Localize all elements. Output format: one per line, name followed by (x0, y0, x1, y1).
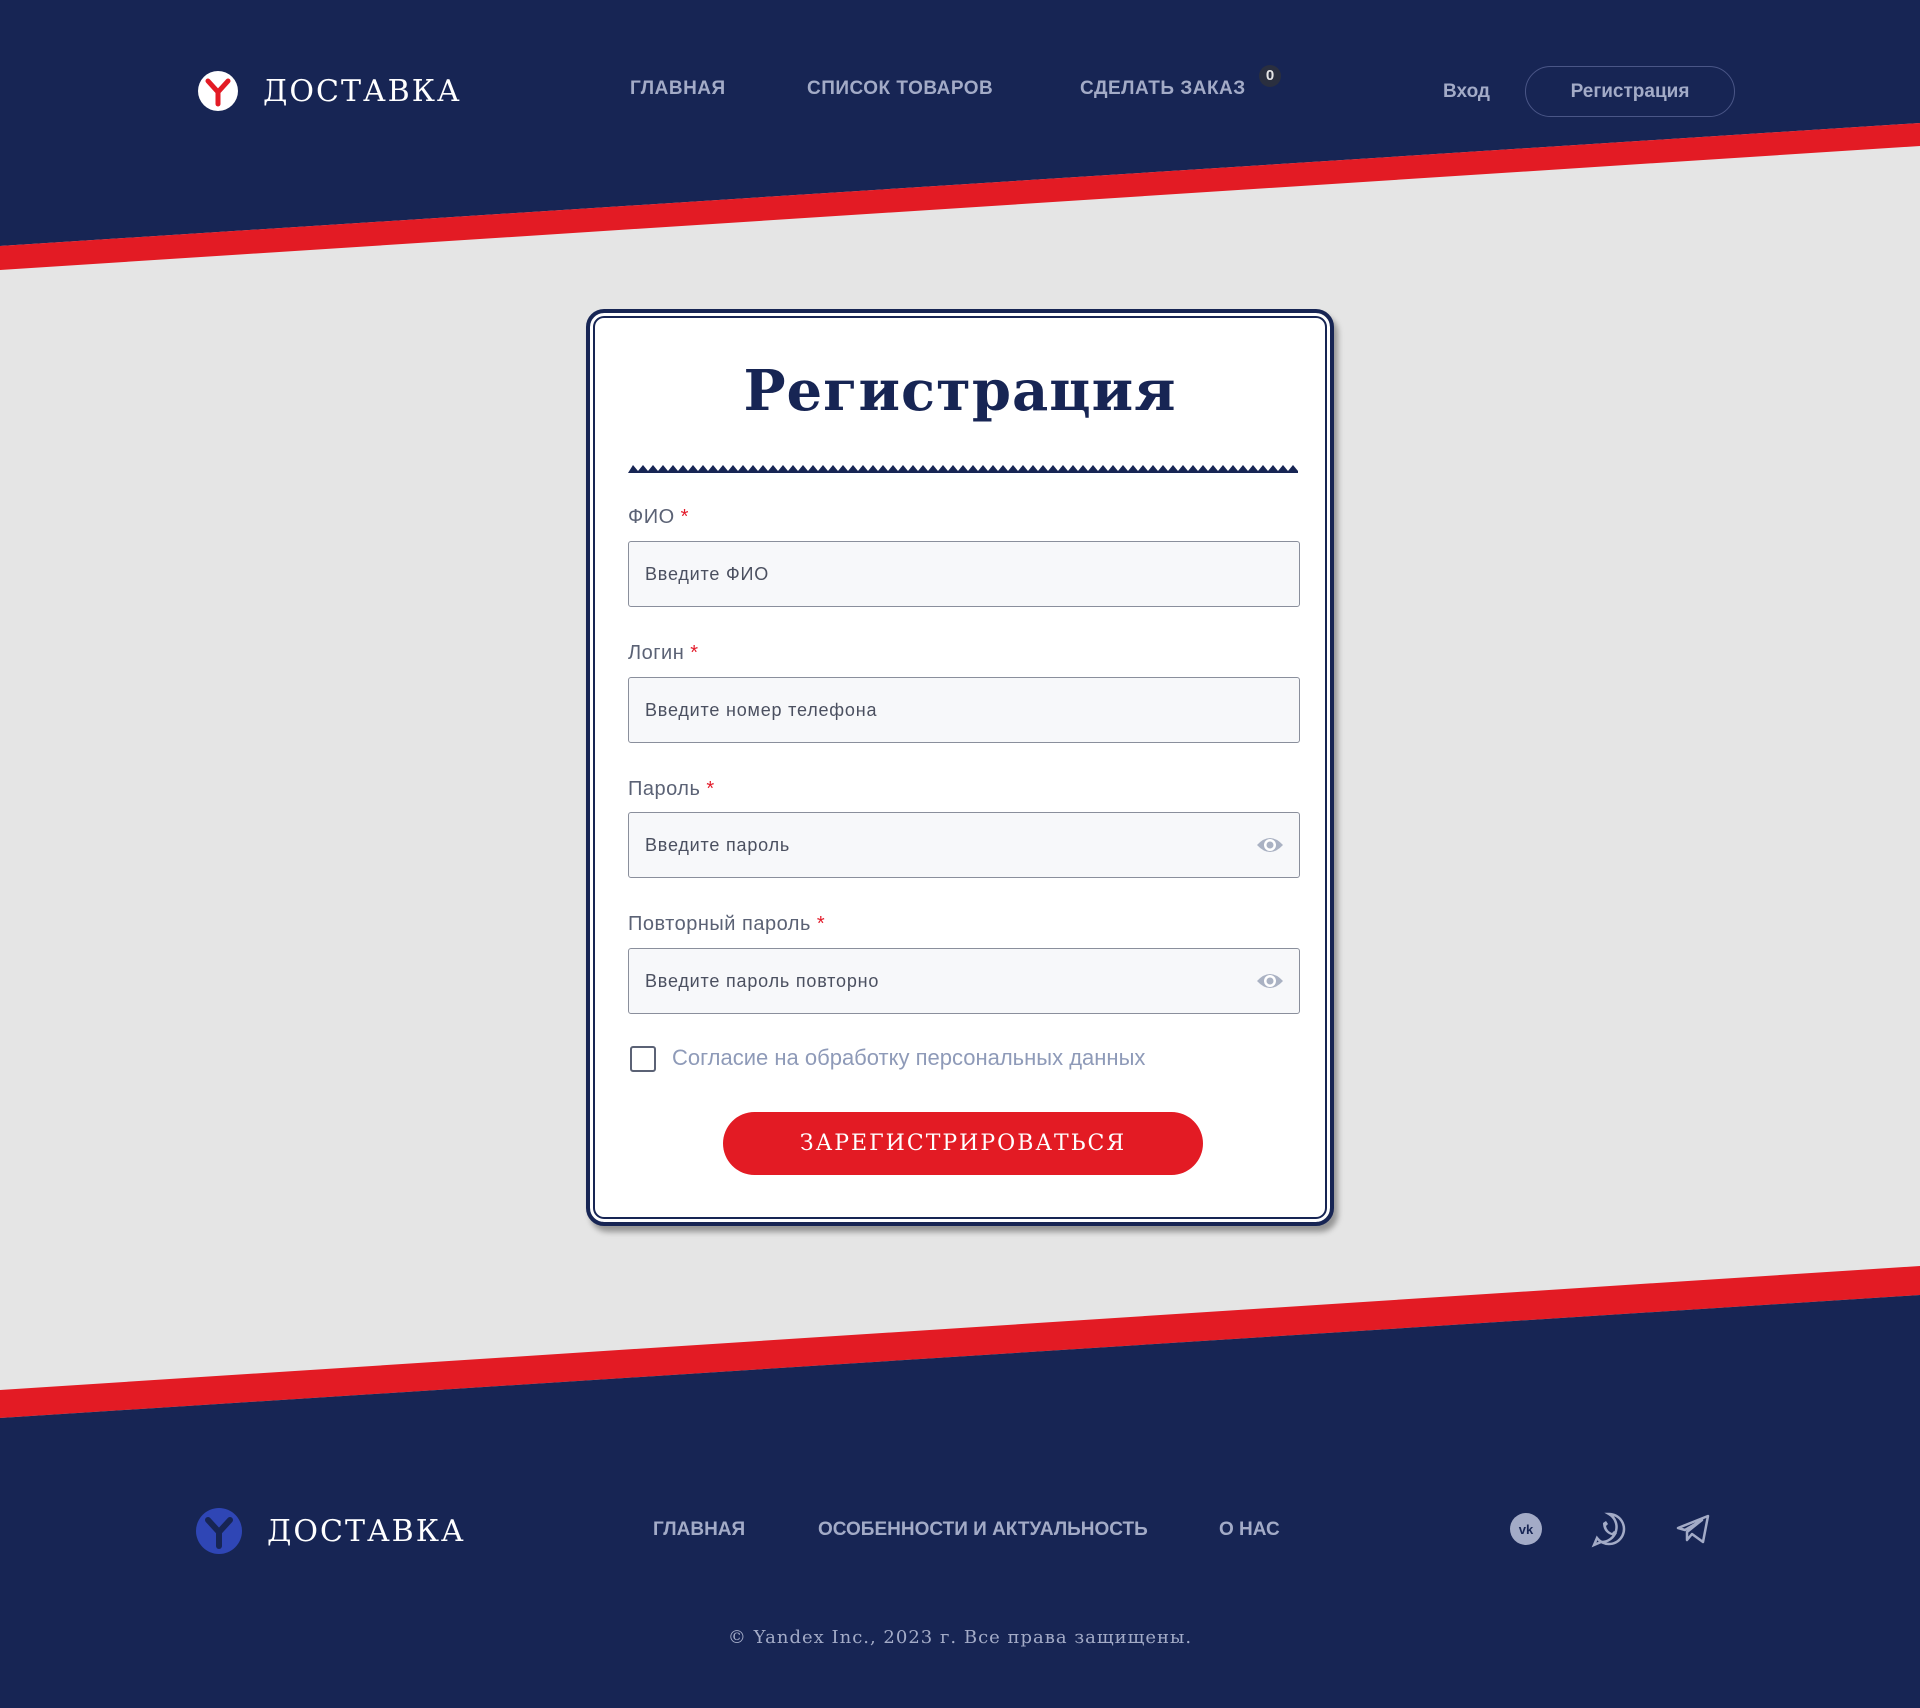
password-input[interactable]: Введите пароль (628, 812, 1300, 878)
logo-y-icon (198, 71, 238, 111)
login-label: Логин * (628, 642, 699, 664)
fio-input[interactable]: Введите ФИО (628, 541, 1300, 607)
vk-icon[interactable]: vk (1507, 1510, 1545, 1548)
site-header: ДОСТАВКА ГЛАВНАЯ СПИСОК ТОВАРОВ СДЕЛАТЬ … (0, 0, 1920, 182)
login-input[interactable]: Введите номер телефона (628, 677, 1300, 743)
login-link[interactable]: Вход (1443, 81, 1490, 103)
telegram-icon[interactable] (1674, 1510, 1712, 1548)
eye-icon[interactable] (1255, 969, 1285, 993)
nav-home[interactable]: ГЛАВНАЯ (630, 78, 726, 100)
form-title: Регистрация (743, 358, 1177, 424)
whatsapp-icon[interactable] (1590, 1510, 1628, 1548)
repeat-password-label: Повторный пароль * (628, 913, 826, 935)
fio-placeholder: Введите ФИО (645, 564, 770, 584)
nav-products[interactable]: СПИСОК ТОВАРОВ (807, 78, 993, 100)
submit-register-button[interactable]: ЗАРЕГИСТРИРОВАТЬСЯ (723, 1112, 1203, 1175)
footer-nav-home[interactable]: ГЛАВНАЯ (653, 1519, 745, 1541)
password-placeholder: Введите пароль (645, 835, 791, 855)
copyright-text: © Yandex Inc., 2023 г. Все права защищен… (727, 1627, 1193, 1648)
fio-label: ФИО * (628, 506, 689, 528)
repeat-password-placeholder: Введите пароль повторно (645, 971, 880, 991)
register-button[interactable]: Регистрация (1525, 66, 1735, 117)
login-placeholder: Введите номер телефона (645, 700, 878, 720)
consent-label[interactable]: Согласие на обработку персональных данны… (672, 1045, 1145, 1071)
consent-checkbox[interactable] (630, 1046, 656, 1072)
footer-logo[interactable]: ДОСТАВКА (196, 1508, 466, 1554)
eye-icon[interactable] (1255, 833, 1285, 857)
logo-y-icon (196, 1508, 242, 1554)
zigzag-divider (628, 465, 1298, 473)
logo-text: ДОСТАВКА (267, 1513, 466, 1549)
password-label: Пароль * (628, 778, 715, 800)
footer-nav-features[interactable]: ОСОБЕННОСТИ И АКТУАЛЬНОСТЬ (818, 1519, 1148, 1541)
repeat-password-input[interactable]: Введите пароль повторно (628, 948, 1300, 1014)
header-logo[interactable]: ДОСТАВКА (198, 71, 462, 111)
cart-count-badge: 0 (1259, 65, 1281, 87)
nav-order[interactable]: СДЕЛАТЬ ЗАКАЗ (1080, 78, 1246, 100)
svg-text:vk: vk (1519, 1522, 1534, 1537)
logo-text: ДОСТАВКА (263, 73, 462, 109)
footer-nav-about[interactable]: О НАС (1219, 1519, 1280, 1541)
registration-card: Регистрация ФИО * Введите ФИО Логин * Введ… (586, 309, 1334, 1226)
